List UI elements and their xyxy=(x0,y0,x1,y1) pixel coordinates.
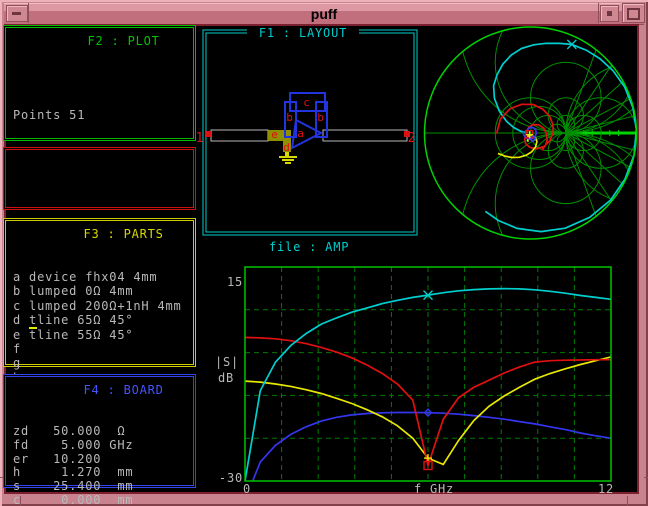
part-item[interactable]: b lumped 0Ω 4mm xyxy=(13,284,193,298)
board-param-row[interactable]: c 0.000 mm xyxy=(13,494,193,506)
smith-chart xyxy=(418,20,648,246)
component-label-port1: 1 xyxy=(196,131,205,146)
part-item[interactable]: e tline 55Ω 45° xyxy=(13,328,193,342)
part-item[interactable]: a device fhx04 4mm xyxy=(13,270,193,284)
frame-seam-r xyxy=(644,477,648,478)
board-param-row[interactable]: h 1.270 mm xyxy=(13,466,193,480)
board-panel-title: F4 : BOARD xyxy=(6,369,193,411)
component-label-e: e xyxy=(271,128,278,141)
frame-seam-br xyxy=(627,496,628,506)
window-menu-button[interactable] xyxy=(6,5,28,22)
dimensions-box: l: 2.916mm w: 0.649mm xyxy=(3,147,196,210)
parts-panel[interactable]: F3 : PARTS a device fhx04 4mmb lumped 0Ω… xyxy=(3,218,196,367)
layout-panel-title: F1 : LAYOUT xyxy=(259,26,347,40)
x-axis-min-label: 0 xyxy=(243,482,251,494)
titlebar-seam-left xyxy=(28,3,29,23)
component-label-b1: b xyxy=(286,111,293,124)
minimize-dot-icon xyxy=(607,11,612,16)
frequency-response-plot: 15 -30 |S| dB 0 f GHz 12 file : AMP xyxy=(210,238,635,494)
y-axis-min-label: -30 xyxy=(219,471,243,485)
board-param-row[interactable]: s 25.400 mm xyxy=(13,480,193,494)
resize-square-icon xyxy=(627,8,640,20)
points-count: Points 51 xyxy=(13,108,193,123)
plot-panel-title: F2 : PLOT xyxy=(6,20,193,62)
app-window: puff F2 : PLOT Points 51 Smith radius 3 … xyxy=(0,0,648,506)
layout-panel[interactable]: F1 : LAYOUTcbbaed12 xyxy=(195,26,425,238)
component-label-a: a xyxy=(297,127,304,140)
plot-curve-s11 xyxy=(245,337,611,465)
component-label-c: c xyxy=(303,96,310,109)
board-param-row[interactable]: fd 5.000 GHz xyxy=(13,439,193,453)
y-axis-title-s: |S| xyxy=(215,355,239,369)
x-axis-max-label: 12 xyxy=(598,482,614,494)
part-item[interactable]: c lumped 200Ω+1nH 4mm xyxy=(13,299,193,313)
y-axis-title-db: dB xyxy=(218,371,234,385)
part-item[interactable]: d tline 65Ω 45° xyxy=(13,313,193,327)
menu-dash-icon xyxy=(12,12,21,15)
component-label-b2: b xyxy=(317,111,324,124)
file-title: file : AMP xyxy=(269,240,349,254)
x-axis-title: f GHz xyxy=(414,482,454,494)
part-item[interactable]: f xyxy=(13,342,193,356)
part-item[interactable]: g xyxy=(13,356,193,370)
board-param-row[interactable]: zd 50.000 Ω xyxy=(13,425,193,439)
component-label-d: d xyxy=(283,141,290,154)
plot-panel[interactable]: F2 : PLOT Points 51 Smith radius 3 f 6.0… xyxy=(3,25,196,141)
parts-panel-title: F3 : PARTS xyxy=(6,213,193,255)
board-param-row[interactable]: er 10.200 xyxy=(13,453,193,467)
y-axis-max-label: 15 xyxy=(227,275,243,289)
board-panel[interactable]: F4 : BOARD zd 50.000 Ωfd 5.000 GHzer 10.… xyxy=(3,374,196,488)
